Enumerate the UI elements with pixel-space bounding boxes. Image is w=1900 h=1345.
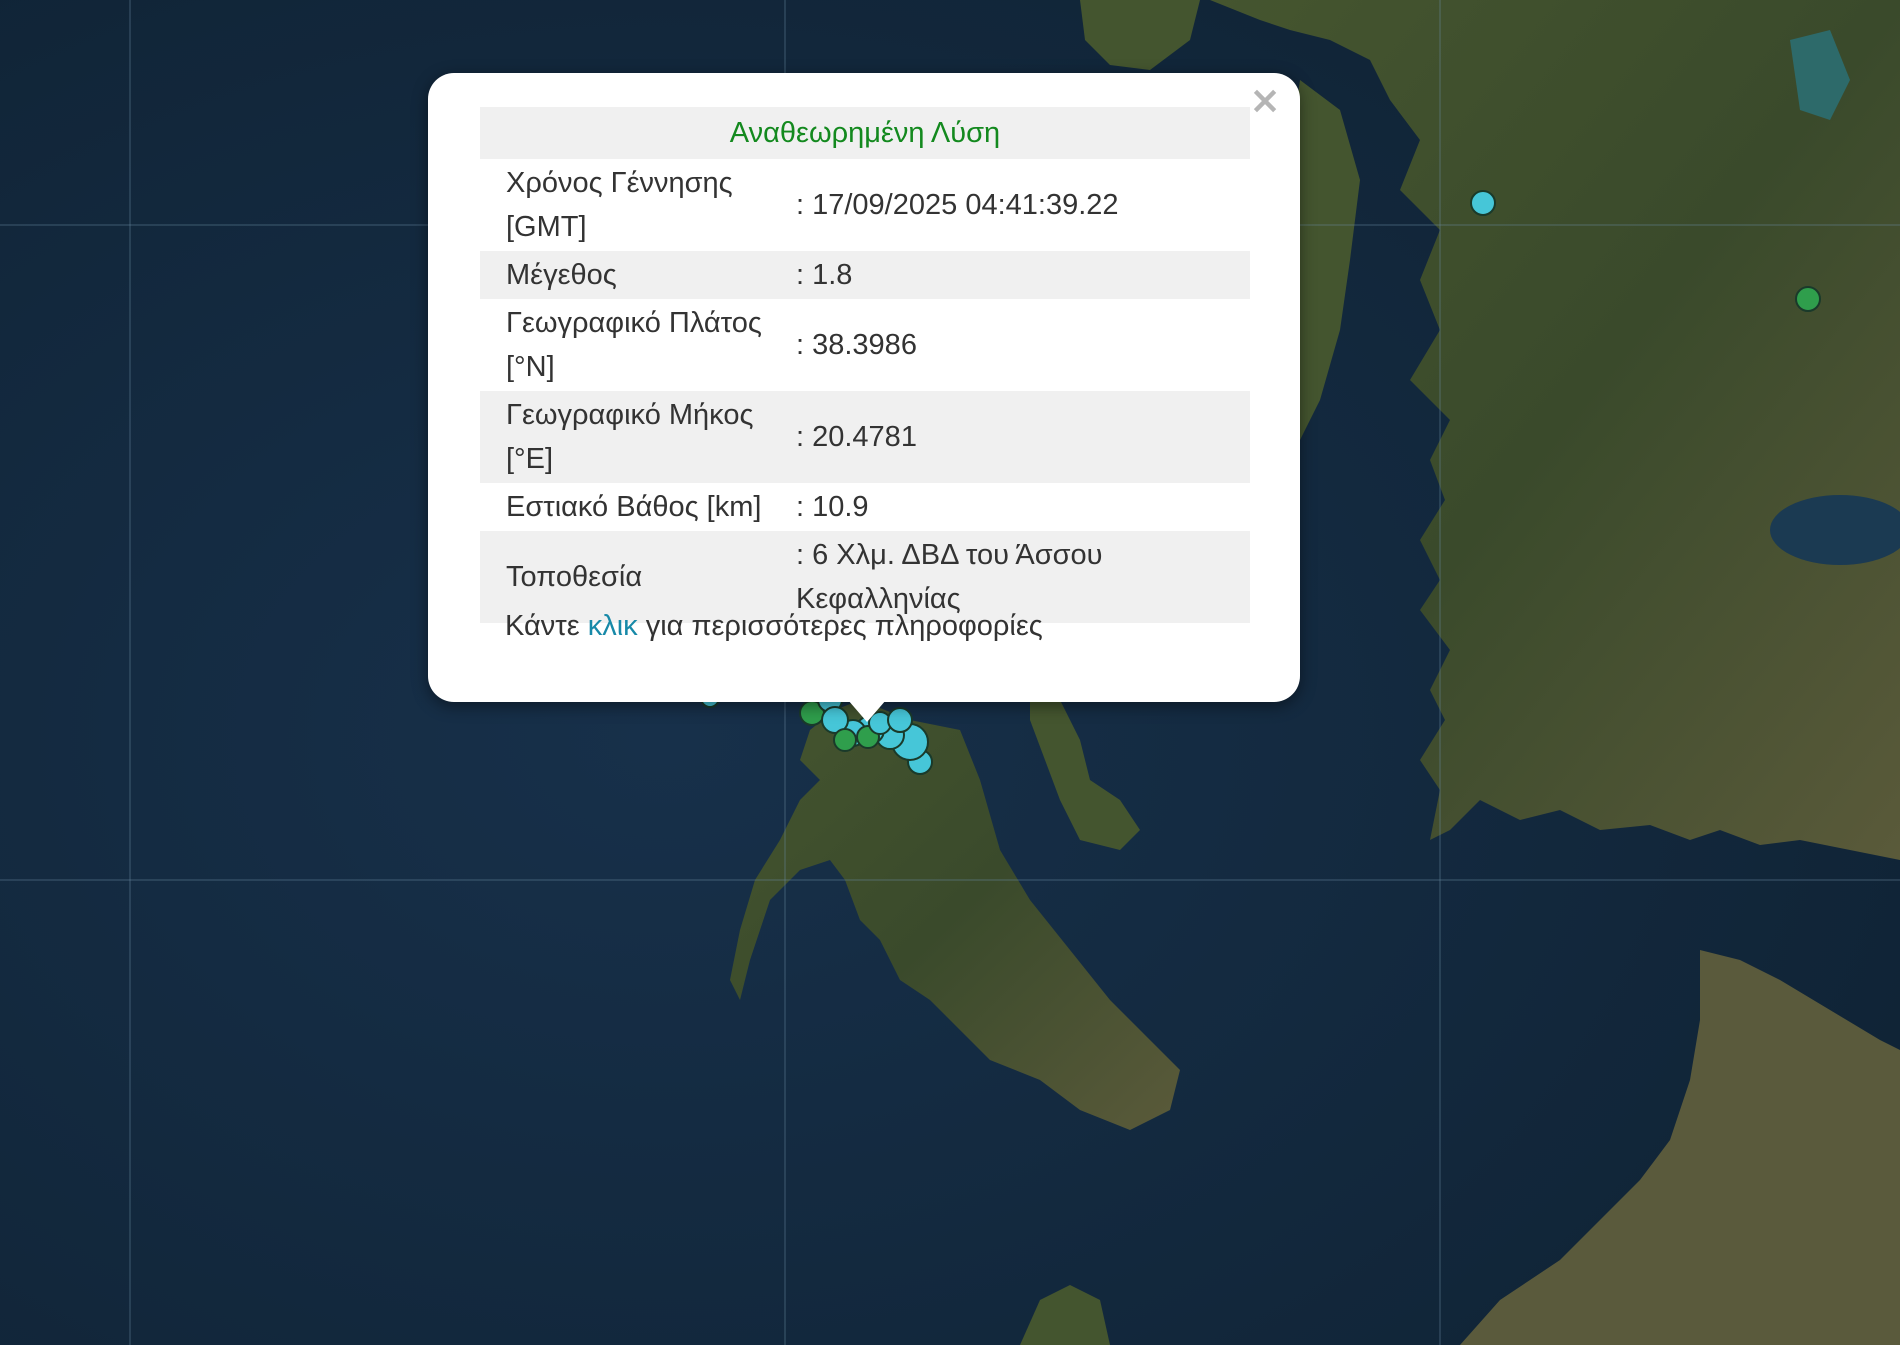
latitude-label: Γεωγραφικό Πλάτος [°N] (506, 307, 762, 383)
longitude-label: Γεωγραφικό Μήκος [°E] (480, 391, 796, 483)
table-row: Εστιακό Βάθος [km] : 10.9 (480, 483, 1250, 531)
table-row: Γεωγραφικό Μήκος [°E] : 20.4781 (480, 391, 1250, 483)
popup-tip (848, 700, 886, 722)
earthquake-info-popup: × Αναθεωρημένη Λύση Χρόνος Γέννησης [GMT… (428, 73, 1300, 702)
more-info-link[interactable]: κλικ (588, 610, 638, 642)
magnitude-value: : 1.8 (796, 251, 1250, 299)
close-icon[interactable]: × (1248, 81, 1282, 119)
popup-title: Αναθεωρημένη Λύση (480, 107, 1250, 159)
magnitude-label: Μέγεθος (480, 251, 796, 299)
table-row: Γεωγραφικό Πλάτος [°N] : 38.3986 (480, 299, 1250, 391)
earthquake-details-table: Αναθεωρημένη Λύση Χρόνος Γέννησης [GMT] … (480, 107, 1250, 623)
longitude-value: : 20.4781 (796, 391, 1250, 483)
earthquake-marker (1470, 190, 1496, 216)
more-info-line: Κάντε κλικ για περισσότερες πληροφορίες (505, 610, 1043, 643)
depth-value: : 10.9 (796, 491, 869, 523)
more-info-suffix: για περισσότερες πληροφορίες (645, 610, 1043, 642)
earthquake-marker (1795, 286, 1821, 312)
more-info-prefix: Κάντε (505, 610, 580, 642)
table-row: Χρόνος Γέννησης [GMT] : 17/09/2025 04:41… (480, 159, 1250, 251)
depth-label: Εστιακό Βάθος [km] (506, 491, 762, 523)
earthquake-marker (887, 707, 913, 733)
origin-time-label: Χρόνος Γέννησης [GMT] (506, 167, 733, 243)
latitude-value: : 38.3986 (796, 329, 917, 361)
table-row: Μέγεθος : 1.8 (480, 251, 1250, 299)
earthquake-marker (833, 728, 857, 752)
origin-time-value: : 17/09/2025 04:41:39.22 (796, 189, 1119, 221)
